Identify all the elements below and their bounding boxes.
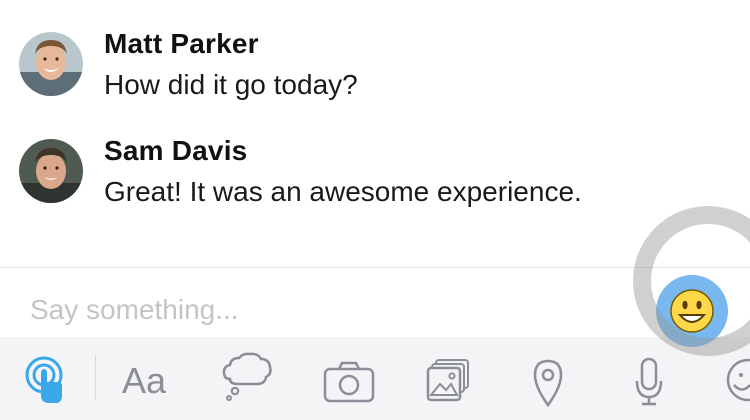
avatar-sam-icon[interactable] bbox=[19, 139, 83, 203]
message-text: How did it go today? bbox=[104, 69, 358, 100]
location-pin-icon[interactable] bbox=[530, 337, 566, 420]
composer-toolbar bbox=[0, 337, 750, 420]
message-item: Sam Davis Great! It was an awesome exper… bbox=[0, 133, 750, 213]
message-sender: Sam Davis bbox=[104, 135, 248, 166]
composer-divider bbox=[0, 267, 750, 268]
message-text: Great! It was an awesome experience. bbox=[104, 176, 582, 207]
thought-bubble-icon[interactable] bbox=[220, 337, 274, 420]
quick-emoji-button[interactable] bbox=[656, 275, 728, 347]
message-input[interactable] bbox=[30, 288, 590, 332]
message-item: Matt Parker How did it go today? bbox=[0, 25, 750, 105]
avatar-matt-icon[interactable] bbox=[19, 32, 83, 96]
camera-icon[interactable] bbox=[322, 337, 376, 420]
text-format-button[interactable]: Aa bbox=[122, 360, 166, 402]
emoji-icon[interactable] bbox=[724, 337, 750, 420]
gallery-icon[interactable] bbox=[425, 337, 473, 420]
toolbar-separator bbox=[95, 355, 96, 401]
chat-screen: Matt Parker How did it go today? Sam Dav… bbox=[0, 0, 750, 420]
message-sender: Matt Parker bbox=[104, 28, 259, 59]
microphone-icon[interactable] bbox=[632, 337, 666, 420]
touch-icon[interactable] bbox=[24, 337, 68, 420]
smiley-emoji-icon bbox=[670, 289, 714, 333]
